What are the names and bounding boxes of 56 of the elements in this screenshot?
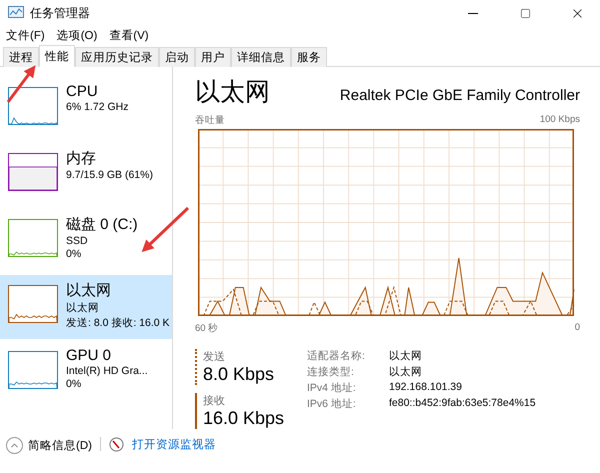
resource-detail: Intel(R) HD Gra...	[66, 365, 148, 377]
annotation-arrow	[6, 65, 36, 103]
graph-label: 吞吐量	[195, 114, 225, 127]
window-title: 任务管理器	[30, 4, 91, 22]
minimize-icon	[468, 12, 478, 14]
property-value: 192.168.101.39	[389, 381, 463, 395]
resource-detail: 0%	[66, 248, 82, 260]
collapse-icon	[6, 437, 23, 454]
resource-title: GPU 0	[66, 347, 112, 364]
tab[interactable]: 用户	[195, 47, 231, 67]
maximize-icon	[520, 8, 530, 18]
property-label: 适配器名称:	[307, 349, 366, 363]
graph-min-label: 0	[574, 322, 580, 335]
resource-item[interactable]: 以太网 以太网 发送: 8.0 接收: 16.0 K	[0, 275, 172, 339]
property-label: IPv4 地址:	[307, 381, 357, 395]
resource-detail: 发送: 8.0 接收: 16.0 K	[66, 316, 170, 330]
graph-max-label: 100 Kbps	[540, 114, 580, 127]
property-label: IPv6 地址:	[307, 397, 357, 411]
stat-value: 16.0 Kbps	[203, 408, 285, 429]
resource-title: 内存	[66, 149, 97, 168]
resource-item[interactable]: GPU 0 Intel(R) HD Gra... 0%	[0, 341, 172, 405]
stat-label: 接收	[203, 394, 226, 408]
property-value: 以太网	[389, 349, 423, 363]
resource-detail: 0%	[66, 378, 82, 390]
resource-detail: 9.7/15.9 GB (61%)	[66, 169, 153, 181]
resource-title: 磁盘 0 (C:)	[66, 215, 138, 234]
stat-label: 发送	[203, 350, 226, 364]
tab[interactable]: 应用历史记录	[75, 47, 159, 67]
resource-monitor-link[interactable]: 打开资源监视器	[132, 437, 216, 452]
app-icon	[8, 6, 24, 20]
adapter-name: Realtek PCIe GbE Family Controller	[340, 87, 580, 104]
resource-detail: 6% 1.72 GHz	[66, 101, 128, 113]
property-label: 连接类型:	[307, 365, 355, 379]
resource-title: 以太网	[66, 281, 112, 300]
menu-item[interactable]: 选项(O)	[56, 28, 98, 42]
menu-item[interactable]: 查看(V)	[109, 28, 149, 42]
resource-title: CPU	[66, 83, 99, 100]
tab[interactable]: 服务	[291, 47, 327, 67]
time-span-label: 60 秒	[195, 322, 218, 335]
tab[interactable]: 启动	[159, 47, 195, 67]
resource-item[interactable]: 内存 9.7/15.9 GB (61%)	[0, 143, 172, 207]
fewer-details-button[interactable]: 简略信息(D)	[6, 437, 92, 454]
stat-value: 8.0 Kbps	[203, 364, 276, 385]
tab[interactable]: 进程	[3, 47, 39, 67]
property-value: 以太网	[389, 365, 423, 379]
annotation-arrow	[142, 206, 190, 252]
tab[interactable]: 详细信息	[231, 47, 291, 67]
page-heading: 以太网	[195, 77, 270, 108]
resource-detail: 以太网	[66, 301, 100, 315]
resource-item[interactable]: CPU 6% 1.72 GHz	[0, 77, 172, 141]
gauge-icon	[108, 437, 124, 452]
property-value: fe80::b452:9fab:63e5:78e4%15	[389, 397, 536, 411]
menu-item[interactable]: 文件(F)	[6, 28, 45, 42]
tab[interactable]: 性能	[39, 45, 75, 67]
resource-detail: SSD	[66, 235, 89, 247]
resource-item[interactable]: 磁盘 0 (C:) SSD 0%	[0, 209, 172, 273]
